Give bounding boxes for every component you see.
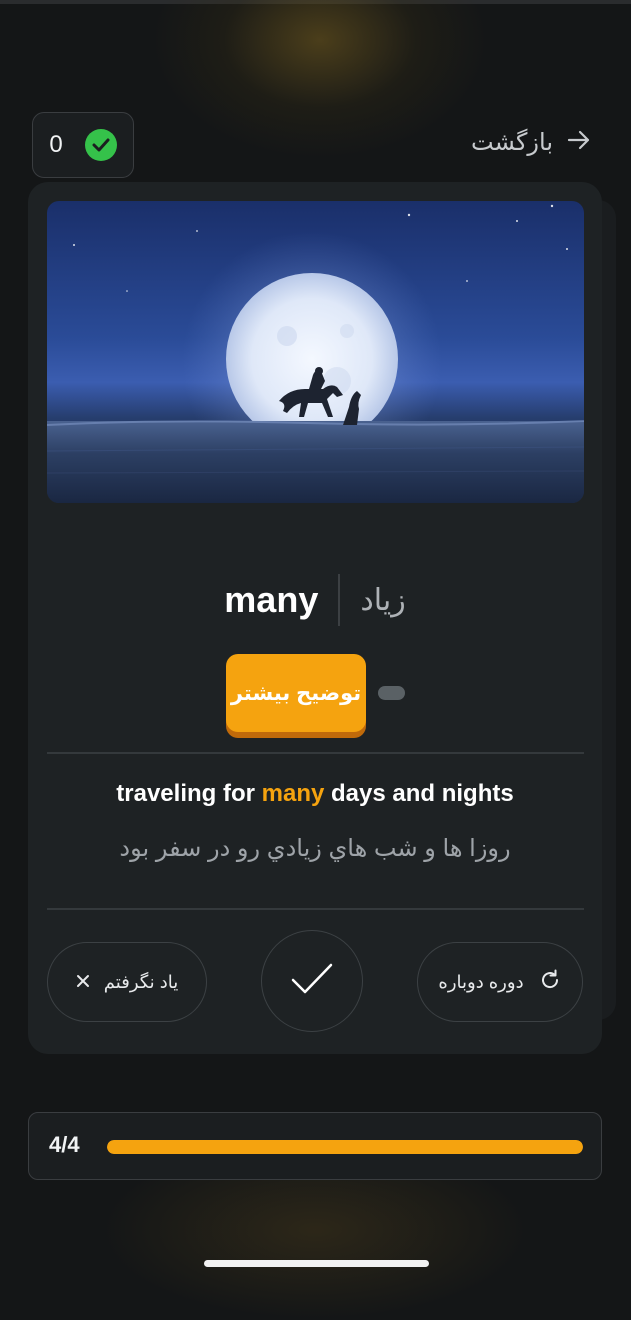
example-sentence-persian: روزا ها و شب هاي زيادي رو در سفر بود bbox=[119, 835, 511, 862]
review-again-button[interactable]: دوره دوباره bbox=[417, 942, 583, 1022]
refresh-icon bbox=[538, 968, 562, 997]
word-english: many bbox=[224, 579, 319, 620]
example-before: traveling for bbox=[116, 780, 262, 807]
example-sentence-english: traveling for many days and nights bbox=[28, 780, 602, 808]
divider bbox=[47, 752, 584, 754]
background-glow-top bbox=[150, 0, 490, 160]
arrow-right-icon bbox=[567, 129, 591, 157]
progress-bar bbox=[107, 1140, 583, 1154]
word-illustration bbox=[47, 201, 584, 503]
review-again-label: دوره دوباره bbox=[438, 971, 524, 992]
toggle-indicator[interactable] bbox=[378, 686, 405, 700]
learned-count: 0 bbox=[49, 131, 63, 158]
not-learned-button[interactable]: یاد نگرفتم bbox=[47, 942, 207, 1022]
learned-button[interactable] bbox=[261, 930, 363, 1032]
flashcard: many زیاد توضیح بیشتر traveling for many… bbox=[28, 182, 602, 1054]
home-indicator[interactable] bbox=[204, 1260, 429, 1267]
word-divider bbox=[338, 574, 341, 626]
progress-box: 4/4 bbox=[28, 1112, 602, 1180]
learned-score-box: 0 bbox=[32, 112, 134, 178]
close-icon bbox=[76, 972, 90, 993]
example-highlight: many bbox=[261, 780, 325, 807]
word-persian: زیاد bbox=[360, 583, 406, 617]
more-info-button[interactable]: توضیح بیشتر bbox=[226, 654, 366, 732]
progress-fill bbox=[107, 1140, 583, 1154]
back-label: بازگشت bbox=[471, 129, 553, 156]
checkmark-icon bbox=[290, 962, 334, 1001]
word-row: many زیاد bbox=[28, 572, 602, 628]
example-after: days and nights bbox=[324, 780, 514, 807]
progress-label: 4/4 bbox=[49, 1132, 80, 1157]
check-circle-icon bbox=[84, 129, 117, 161]
back-button[interactable]: بازگشت bbox=[471, 128, 591, 157]
not-learned-label: یاد نگرفتم bbox=[103, 971, 179, 992]
divider bbox=[47, 908, 584, 910]
